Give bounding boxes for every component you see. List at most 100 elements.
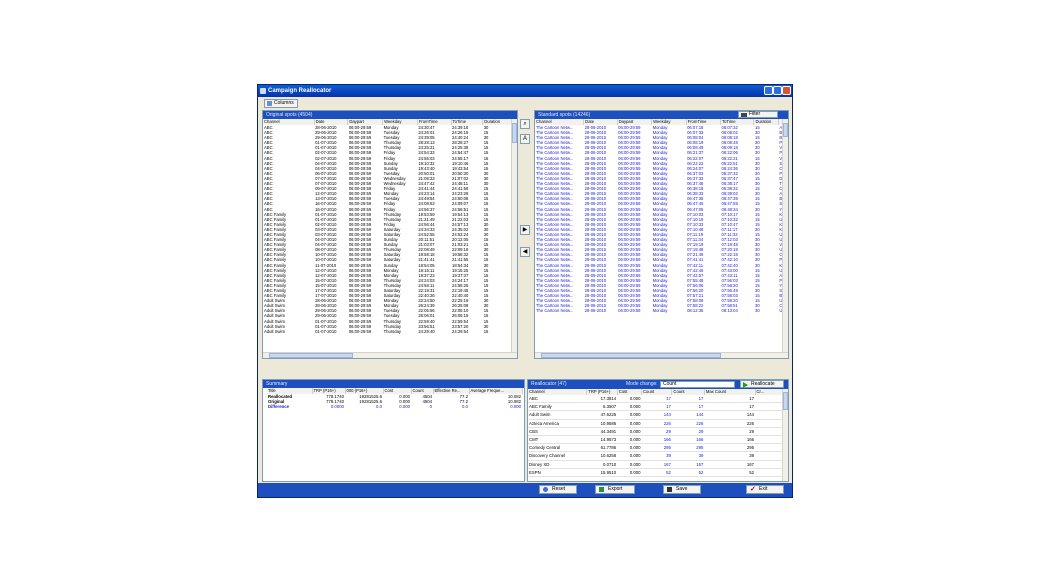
table-cell: CBS	[528, 427, 587, 437]
exit-label: Exit	[759, 486, 768, 492]
filter-icon	[741, 113, 747, 117]
standard-horizontal-scrollbar[interactable]	[535, 352, 788, 358]
table-cell: 295	[641, 443, 672, 453]
font-button[interactable]: A	[520, 134, 530, 144]
summary-cell: 0.000	[399, 404, 410, 410]
font-icon: A	[522, 136, 527, 142]
table-cell: 29	[704, 427, 756, 437]
export-icon	[599, 487, 604, 492]
table-cell: 17	[641, 402, 672, 412]
table-row[interactable]: Disney XD 0.0710 0.000 167 167 167	[528, 460, 788, 469]
table-cell: 47.6225	[586, 410, 618, 420]
table-cell: 6.3507	[586, 402, 618, 412]
table-cell[interactable]: 166	[671, 435, 705, 445]
table-row[interactable]: ABC 17.3814 0.000 17 17 17	[528, 395, 788, 404]
table-cell: 39	[641, 451, 672, 461]
title-bar: Campaign Reallocator	[258, 85, 792, 97]
table-cell[interactable]: 226	[671, 419, 705, 428]
table-cell: 15.9510	[586, 468, 618, 478]
summary-cell: 0.0000	[330, 404, 344, 410]
table-cell: 0.000	[617, 402, 642, 412]
original-vertical-scrollbar[interactable]	[511, 119, 517, 352]
table-cell: 17	[704, 395, 756, 404]
table-cell: Thursday	[383, 328, 402, 334]
table-cell: 10.9586	[586, 419, 618, 428]
app-window: Campaign Reallocator Columns Original sp…	[257, 84, 793, 498]
mode-change-select[interactable]: Count	[660, 381, 735, 388]
exit-button[interactable]: ✓ Exit	[746, 485, 784, 494]
table-row[interactable]: ABC Family 6.3507 0.000 17 17 17	[528, 402, 788, 412]
table-cell: Comedy Central	[528, 443, 587, 453]
summary-cell: 0.0	[376, 404, 382, 410]
toolbar: Columns	[258, 97, 792, 109]
move-left-button[interactable]: ◀	[520, 247, 530, 257]
filter-label: Filter	[749, 111, 761, 117]
move-right-button[interactable]: ▶	[520, 225, 530, 235]
search-icon: ⌕	[523, 121, 527, 127]
original-horizontal-scrollbar[interactable]	[263, 352, 517, 358]
reset-button[interactable]: Reset	[539, 485, 577, 494]
table-cell[interactable]: 29	[671, 427, 705, 437]
table-cell: 61.7786	[586, 443, 618, 453]
mode-change-label: Mode change:	[626, 381, 658, 387]
export-button[interactable]: Export	[595, 485, 635, 494]
table-cell[interactable]: 167	[671, 460, 705, 469]
reallocator-vertical-scrollbar[interactable]	[782, 389, 788, 481]
close-button[interactable]	[782, 86, 791, 95]
table-row[interactable]: Adult Swim 47.6225 0.000 144 144 144	[528, 410, 788, 420]
table-cell: Adult Swim	[264, 328, 285, 334]
table-row[interactable]: Azteca America 10.9586 0.000 226 226 226	[528, 419, 788, 428]
minimize-button[interactable]	[764, 86, 773, 95]
arrow-left-icon: ◀	[522, 249, 528, 255]
exit-icon: ✓	[750, 486, 756, 493]
table-cell[interactable]: 295	[671, 443, 705, 453]
summary-panel: Summary Title TRP (P16+) 000 (P16+) Cost Cou…	[262, 379, 525, 482]
table-row[interactable]: ESPN 15.9510 0.000 52 52 52	[528, 468, 788, 478]
table-cell[interactable]: 39	[671, 451, 705, 461]
columns-button[interactable]: Columns	[264, 99, 298, 108]
table-cell: 30	[754, 308, 760, 314]
table-cell[interactable]: 144	[671, 410, 705, 420]
summary-table: Title TRP (P16+) 000 (P16+) Cost Count Effect…	[267, 388, 523, 409]
table-cell: Monday	[652, 308, 668, 314]
table-row[interactable]: The Cartoon Netw... 28-06-2010 06:00-29:59…	[535, 308, 788, 313]
standard-spots-header: Standard spots (14246) Filter	[535, 111, 788, 119]
table-cell: CMT	[528, 435, 587, 445]
table-cell: Disney XD	[528, 460, 587, 469]
table-row[interactable]: CMT 14.9573 0.000 166 166 166	[528, 435, 788, 445]
table-cell: 10.6258	[586, 451, 618, 461]
filter-button[interactable]: Filter	[738, 111, 778, 118]
save-icon	[667, 487, 672, 492]
table-cell: 144	[704, 410, 756, 420]
table-row[interactable]: Comedy Central 61.7786 0.000 295 295 295	[528, 443, 788, 453]
window-title: Campaign Reallocator	[268, 88, 332, 94]
table-cell: 17	[704, 402, 756, 412]
table-cell[interactable]: 17	[671, 395, 705, 404]
table-cell: 08:13:04	[721, 308, 738, 314]
summary-cell: 0.000	[510, 404, 521, 410]
summary-cell: 0	[429, 404, 432, 410]
table-row[interactable]: Discovery Channel 10.6258 0.000 39 39 39	[528, 451, 788, 461]
maximize-button[interactable]	[773, 86, 782, 95]
table-row[interactable]: CBS 44.3491 0.000 29 29 29	[528, 427, 788, 437]
table-cell[interactable]: 52	[671, 468, 705, 478]
table-cell[interactable]: 17	[671, 402, 705, 412]
table-cell: 29	[641, 427, 672, 437]
columns-icon	[267, 101, 272, 106]
standard-vertical-scrollbar[interactable]	[782, 119, 788, 352]
reallocate-button[interactable]: Reallocate	[740, 380, 784, 388]
reallocate-label: Reallocate	[751, 381, 775, 387]
arrow-right-icon: ▶	[522, 227, 528, 233]
save-button[interactable]: Save	[663, 485, 701, 494]
standard-spots-title: Standard spots (14246)	[538, 112, 591, 118]
table-cell: 39	[704, 451, 756, 461]
summary-cell: 0.0	[462, 404, 468, 410]
table-cell: 01-07-2010	[315, 328, 337, 334]
table-cell: 0.000	[617, 468, 642, 478]
table-cell: 0.000	[617, 460, 642, 469]
original-spots-header: Original spots (4504)	[263, 111, 517, 119]
search-button[interactable]: ⌕	[520, 119, 530, 129]
table-row[interactable]: Adult Swim 01-07-2010 06:00-29:59 Thursday 2…	[263, 329, 517, 334]
mode-change-value: Count	[663, 381, 677, 387]
reallocate-icon	[743, 382, 748, 388]
